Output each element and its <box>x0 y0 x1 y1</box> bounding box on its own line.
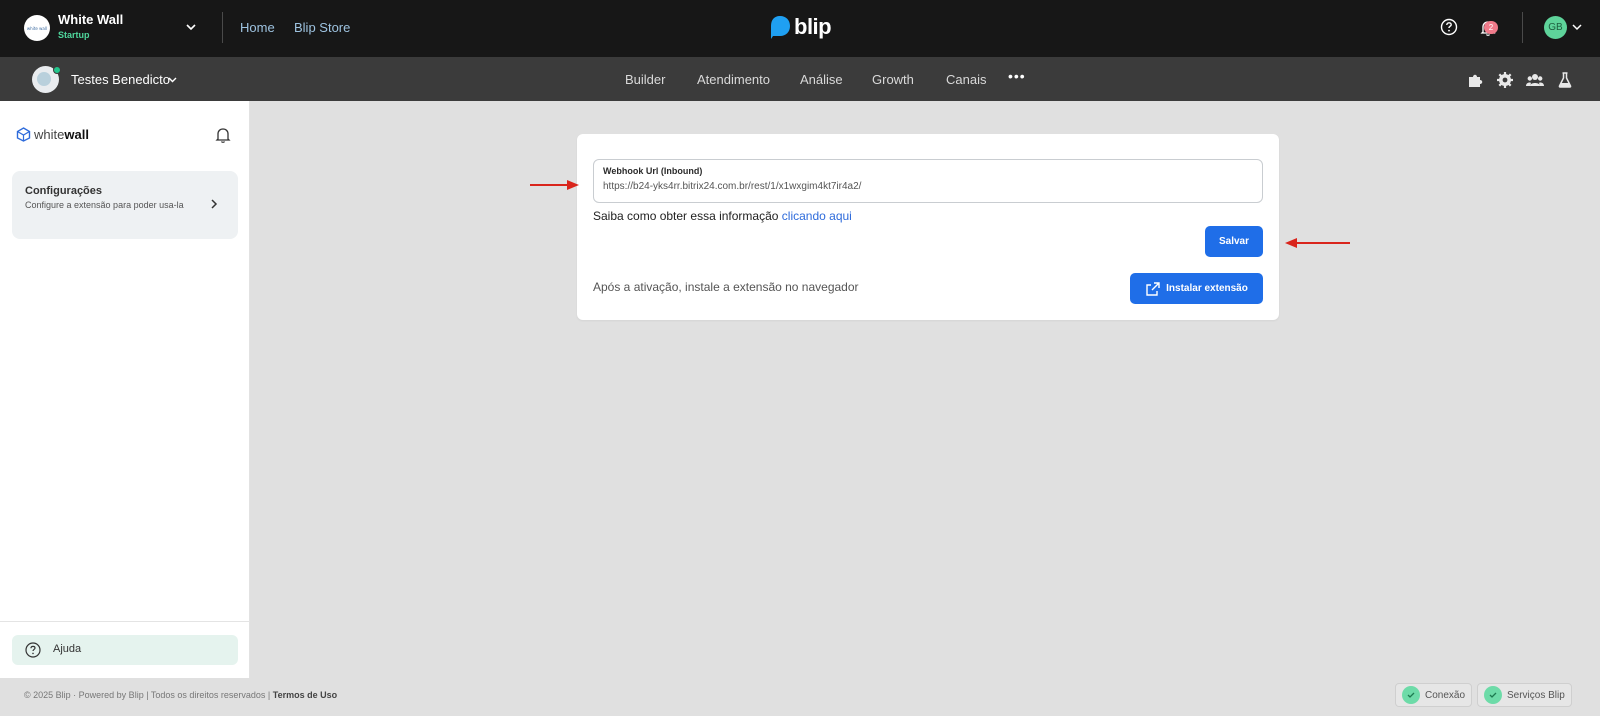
configuracoes-description: Configure a extensão para poder usa-la <box>25 200 184 210</box>
whitewall-logo-light: white <box>34 127 65 142</box>
divider <box>222 12 223 43</box>
webhook-url-label: Webhook Url (Inbound) <box>603 166 703 176</box>
org-avatar-text: white wall <box>26 25 48 31</box>
chevron-right-icon <box>211 199 218 209</box>
org-avatar[interactable]: white wall <box>24 15 50 41</box>
nav-atendimento[interactable]: Atendimento <box>697 72 770 87</box>
nav-analise[interactable]: Análise <box>800 72 843 87</box>
user-avatar[interactable]: GB <box>1544 16 1567 39</box>
chevron-down-icon[interactable] <box>167 74 178 85</box>
divider <box>1522 12 1523 43</box>
check-icon <box>1402 686 1420 704</box>
install-instructions: Após a ativação, instale a extensão no n… <box>593 280 859 294</box>
status-servicos-blip-label: Serviços Blip <box>1507 689 1565 701</box>
notification-count-badge: 2 <box>1484 21 1498 34</box>
blip-logo-text: blip <box>794 14 832 39</box>
blip-logo-icon <box>771 16 790 39</box>
webhook-url-input[interactable] <box>603 181 1243 192</box>
info-text: Saiba como obter essa informação <box>593 209 779 223</box>
save-button[interactable]: Salvar <box>1205 226 1263 257</box>
nav-growth[interactable]: Growth <box>872 72 914 87</box>
configuracoes-card[interactable]: Configurações Configure a extensão para … <box>12 171 238 239</box>
help-icon[interactable] <box>1440 18 1458 36</box>
info-line: Saiba como obter essa informação clicand… <box>593 209 852 223</box>
configuracoes-title: Configurações <box>25 185 103 197</box>
puzzle-icon[interactable] <box>1466 71 1484 89</box>
blip-logo[interactable]: blip <box>769 14 832 40</box>
bot-online-status-dot <box>53 66 61 74</box>
top-bar: white wall White Wall Startup Home Blip … <box>0 0 1600 57</box>
help-button[interactable]: Ajuda <box>12 635 238 665</box>
bot-nav-bar: Testes Benedicto Builder Atendimento Aná… <box>0 57 1600 101</box>
more-menu-icon[interactable]: ••• <box>1008 68 1026 84</box>
footer-copyright-text: © 2025 Blip · Powered by Blip | Todos os… <box>24 690 271 700</box>
annotation-arrow-left-icon <box>1285 238 1350 248</box>
install-extension-label: Instalar extensão <box>1166 283 1248 294</box>
nav-link-blip-store[interactable]: Blip Store <box>294 20 350 35</box>
webhook-config-card: Webhook Url (Inbound) Saiba como obter e… <box>577 134 1279 320</box>
help-icon <box>25 642 41 658</box>
webhook-url-field[interactable]: Webhook Url (Inbound) <box>593 159 1263 203</box>
status-conexao-label: Conexão <box>1425 689 1466 701</box>
chevron-down-icon[interactable] <box>1571 21 1583 33</box>
install-extension-button[interactable]: Instalar extensão <box>1130 273 1263 304</box>
annotation-arrow-right-icon <box>530 180 579 190</box>
bot-name[interactable]: Testes Benedicto <box>71 72 170 87</box>
extension-sidebar: whitewall Configurações Configure a exte… <box>0 101 250 678</box>
chevron-down-icon[interactable] <box>184 20 198 34</box>
nav-canais[interactable]: Canais <box>946 72 986 87</box>
whitewall-logo-icon <box>16 127 31 142</box>
external-link-icon <box>1146 281 1160 296</box>
help-label: Ajuda <box>53 643 82 655</box>
whitewall-logo: whitewall <box>16 127 89 142</box>
org-plan: Startup <box>58 30 90 40</box>
terms-link[interactable]: Termos de Uso <box>273 690 337 700</box>
flask-icon[interactable] <box>1556 71 1574 89</box>
footer-copyright: © 2025 Blip · Powered by Blip | Todos os… <box>24 690 337 700</box>
gear-icon[interactable] <box>1496 71 1514 89</box>
status-conexao[interactable]: Conexão <box>1395 683 1473 707</box>
status-servicos-blip[interactable]: Serviços Blip <box>1477 683 1572 707</box>
check-icon <box>1484 686 1502 704</box>
org-name[interactable]: White Wall <box>58 12 123 27</box>
nav-builder[interactable]: Builder <box>625 72 665 87</box>
info-link[interactable]: clicando aqui <box>782 209 852 223</box>
divider <box>0 621 250 622</box>
nav-link-home[interactable]: Home <box>240 20 275 35</box>
users-icon[interactable] <box>1526 71 1544 89</box>
whitewall-logo-bold: wall <box>64 127 89 142</box>
bell-icon[interactable] <box>214 126 232 144</box>
